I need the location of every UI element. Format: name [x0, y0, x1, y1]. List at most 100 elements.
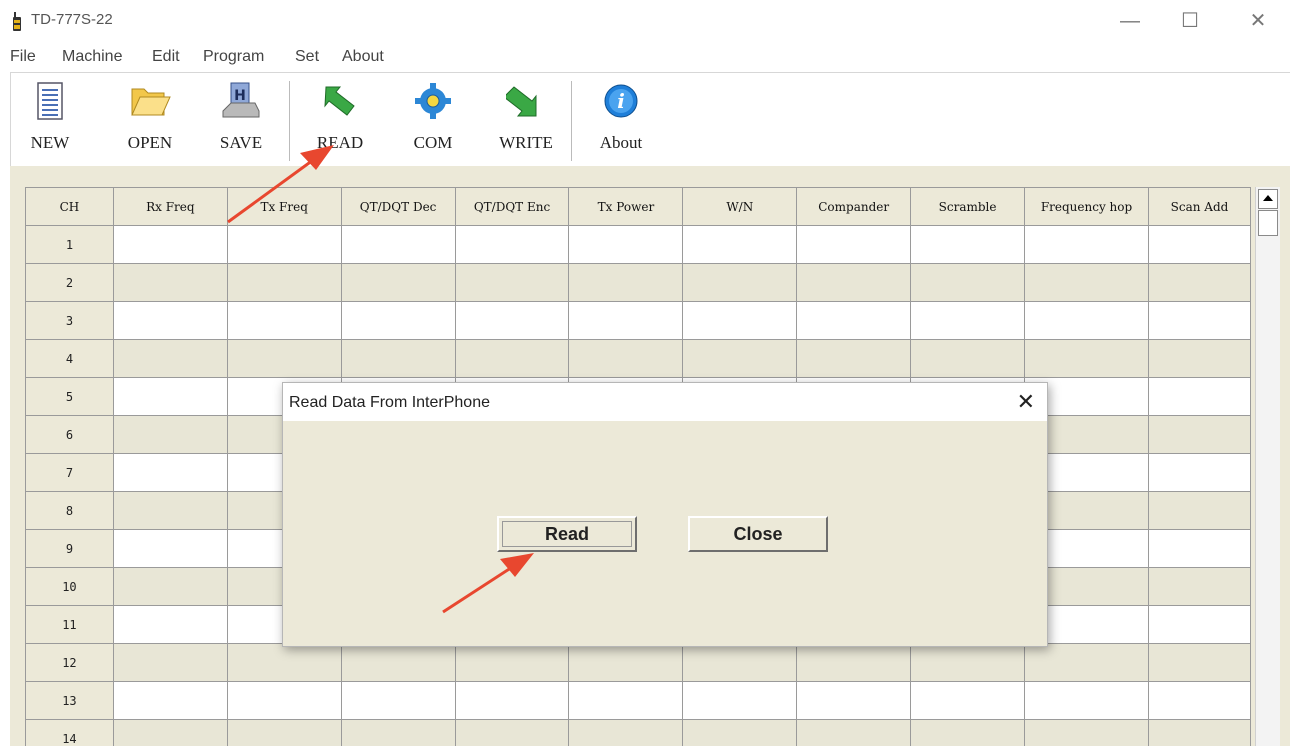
new-button[interactable]: NEW: [15, 81, 85, 165]
table-cell[interactable]: [682, 225, 798, 264]
table-cell[interactable]: [1024, 681, 1149, 720]
menu-file[interactable]: File: [10, 48, 36, 66]
table-cell[interactable]: [910, 263, 1026, 302]
table-cell[interactable]: [340, 719, 456, 746]
table-cell[interactable]: [112, 339, 228, 378]
table-cell[interactable]: [1147, 301, 1251, 340]
dialog-close-button[interactable]: Close: [688, 516, 828, 552]
scroll-thumb[interactable]: [1258, 210, 1278, 236]
table-cell[interactable]: [910, 719, 1026, 746]
table-cell[interactable]: [454, 339, 570, 378]
com-button[interactable]: COM: [398, 81, 468, 165]
minimize-button[interactable]: —: [1110, 6, 1150, 36]
menu-set[interactable]: Set: [295, 48, 319, 66]
table-cell[interactable]: [226, 263, 342, 302]
table-cell[interactable]: [340, 643, 456, 682]
menu-edit[interactable]: Edit: [152, 48, 180, 66]
table-cell[interactable]: [112, 453, 228, 492]
scroll-up-icon[interactable]: [1258, 189, 1278, 209]
table-cell[interactable]: [454, 643, 570, 682]
table-cell[interactable]: [1024, 225, 1149, 264]
table-cell[interactable]: [682, 643, 798, 682]
menu-about[interactable]: About: [342, 48, 384, 66]
table-cell[interactable]: [112, 263, 228, 302]
table-cell[interactable]: [910, 681, 1026, 720]
table-cell[interactable]: [682, 719, 798, 746]
menu-program[interactable]: Program: [203, 48, 264, 66]
about-button[interactable]: i About: [586, 81, 656, 165]
table-cell[interactable]: [568, 301, 684, 340]
table-cell[interactable]: [1024, 339, 1149, 378]
table-cell[interactable]: [910, 339, 1026, 378]
write-button[interactable]: WRITE: [491, 81, 561, 165]
table-cell[interactable]: [1147, 491, 1251, 530]
table-cell[interactable]: [682, 681, 798, 720]
table-cell[interactable]: [1024, 301, 1149, 340]
table-cell[interactable]: [1147, 377, 1251, 416]
read-button[interactable]: READ: [305, 81, 375, 165]
table-cell[interactable]: [568, 339, 684, 378]
table-cell[interactable]: [1147, 263, 1251, 302]
table-cell[interactable]: [1147, 681, 1251, 720]
table-cell[interactable]: [226, 681, 342, 720]
table-cell[interactable]: [682, 301, 798, 340]
table-cell[interactable]: [112, 377, 228, 416]
table-cell[interactable]: [796, 301, 912, 340]
table-cell[interactable]: [112, 529, 228, 568]
table-cell[interactable]: [568, 225, 684, 264]
table-cell[interactable]: [340, 301, 456, 340]
table-cell[interactable]: [112, 643, 228, 682]
table-cell[interactable]: [568, 719, 684, 746]
table-cell[interactable]: [1147, 605, 1251, 644]
table-cell[interactable]: [226, 719, 342, 746]
table-cell[interactable]: [796, 263, 912, 302]
table-cell[interactable]: [1147, 339, 1251, 378]
table-cell[interactable]: [568, 643, 684, 682]
table-cell[interactable]: [454, 681, 570, 720]
table-cell[interactable]: [340, 225, 456, 264]
table-cell[interactable]: [112, 491, 228, 530]
open-button[interactable]: OPEN: [115, 81, 185, 165]
table-cell[interactable]: [682, 263, 798, 302]
table-cell[interactable]: [226, 301, 342, 340]
table-cell[interactable]: [910, 643, 1026, 682]
table-cell[interactable]: [682, 339, 798, 378]
table-cell[interactable]: [796, 719, 912, 746]
table-cell[interactable]: [112, 225, 228, 264]
table-cell[interactable]: [112, 681, 228, 720]
table-cell[interactable]: [1147, 719, 1251, 746]
save-button[interactable]: H SAVE: [206, 81, 276, 165]
table-cell[interactable]: [910, 301, 1026, 340]
menu-machine[interactable]: Machine: [62, 48, 122, 66]
dialog-close-icon[interactable]: ✕: [1017, 389, 1035, 415]
vertical-scrollbar[interactable]: [1255, 187, 1280, 746]
table-cell[interactable]: [1147, 529, 1251, 568]
maximize-button[interactable]: ☐: [1170, 6, 1210, 36]
table-cell[interactable]: [568, 263, 684, 302]
table-cell[interactable]: [1147, 225, 1251, 264]
table-cell[interactable]: [340, 263, 456, 302]
dialog-read-button[interactable]: Read: [497, 516, 637, 552]
close-window-button[interactable]: ✕: [1238, 6, 1278, 36]
table-cell[interactable]: [1024, 643, 1149, 682]
table-cell[interactable]: [1024, 719, 1149, 746]
table-cell[interactable]: [112, 415, 228, 454]
table-cell[interactable]: [340, 681, 456, 720]
table-cell[interactable]: [226, 643, 342, 682]
table-cell[interactable]: [1147, 453, 1251, 492]
table-cell[interactable]: [796, 643, 912, 682]
table-cell[interactable]: [340, 339, 456, 378]
table-cell[interactable]: [112, 301, 228, 340]
table-cell[interactable]: [796, 681, 912, 720]
table-cell[interactable]: [454, 225, 570, 264]
table-cell[interactable]: [454, 263, 570, 302]
table-cell[interactable]: [1147, 567, 1251, 606]
table-cell[interactable]: [1147, 415, 1251, 454]
table-cell[interactable]: [910, 225, 1026, 264]
table-cell[interactable]: [1147, 643, 1251, 682]
table-cell[interactable]: [226, 225, 342, 264]
table-cell[interactable]: [796, 339, 912, 378]
table-cell[interactable]: [454, 719, 570, 746]
table-cell[interactable]: [1024, 263, 1149, 302]
table-cell[interactable]: [112, 605, 228, 644]
